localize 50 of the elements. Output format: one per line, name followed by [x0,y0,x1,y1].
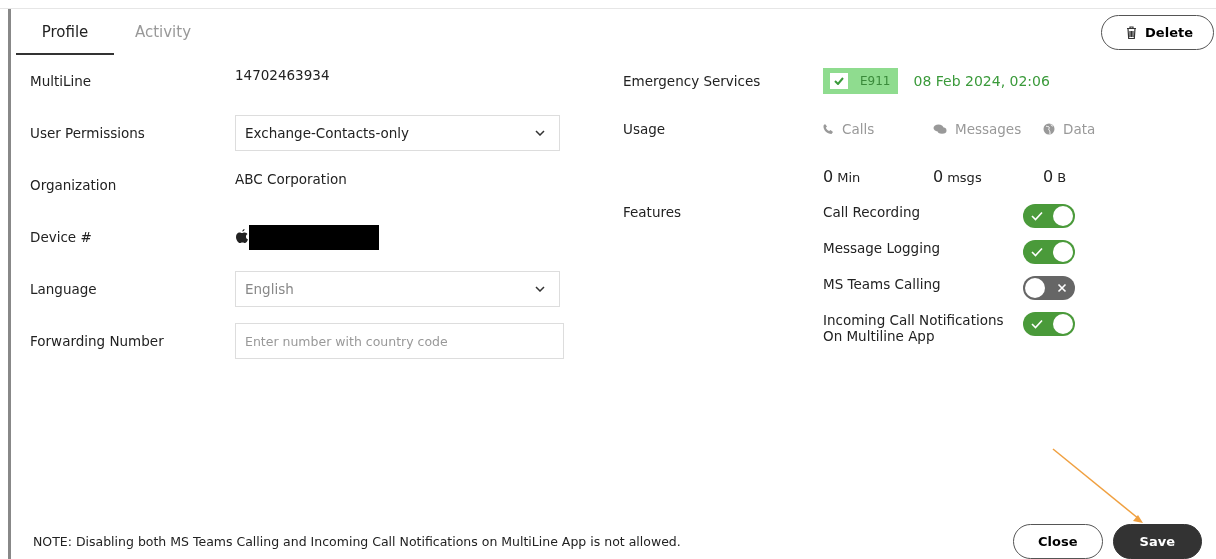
toggle-switch[interactable] [1023,204,1075,228]
field-label: Device # [30,229,93,245]
check-icon [1031,211,1043,221]
date-text: 08 Feb 2024, 02:06 [913,73,1050,89]
usage-unit: msgs [947,170,982,185]
field-label: Usage [623,121,667,137]
check-icon [834,77,844,85]
feature-label: Incoming Call Notifications On Multiline App [823,312,1005,344]
apple-icon [235,229,249,245]
usage-unit: Min [837,170,861,185]
usage-label: Calls [842,121,875,137]
field-label: Features [623,204,683,220]
note-text: NOTE: Disabling both MS Teams Calling and Incoming Call Notifications on MultiLine App is not allowed. [33,534,681,549]
usage-amount: 0 [1043,167,1054,186]
trash-icon [1126,26,1138,39]
toggle-switch[interactable] [1023,276,1075,300]
feature-label: Call Recording [823,204,921,220]
check-icon [1031,319,1043,329]
check-icon [1031,247,1043,257]
toggle-switch[interactable] [1023,240,1075,264]
chevron-down-icon [535,130,545,136]
select-field[interactable]: Exchange-Contacts-only [235,115,560,151]
field-value: 14702463934 [235,67,330,83]
save-button[interactable]: Save [1112,524,1202,559]
field-value: ABC Corporation [235,171,347,187]
input-field[interactable]: Enter number with country code [235,323,564,359]
field-label: Forwarding Number [30,333,165,349]
globe-icon [1043,123,1055,135]
usage-amount: 0 [823,167,834,186]
usage-label: Data [1063,121,1096,137]
usage-label: Messages [955,121,1022,137]
tab[interactable]: Profile [16,13,114,55]
delete-button[interactable]: Delete [1101,15,1214,50]
phone-icon [823,123,834,135]
field-label: MultiLine [30,73,93,89]
chevron-down-icon [535,286,545,292]
toggle-switch[interactable] [1023,312,1075,336]
field-label: User Permissions [30,125,146,141]
checkbox[interactable] [830,73,848,89]
usage-unit: B [1057,170,1067,185]
close-button[interactable]: Close [1013,524,1103,559]
field-label: Organization [30,177,118,193]
e911-badge: E911 [823,68,898,94]
feature-label: Message Logging [823,240,942,256]
usage-amount: 0 [933,167,944,186]
feature-label: MS Teams Calling [823,276,942,292]
field-label: Language [30,281,98,297]
close-icon [1057,283,1067,293]
field-label: Emergency Services [623,73,762,89]
chat-icon [933,123,947,135]
